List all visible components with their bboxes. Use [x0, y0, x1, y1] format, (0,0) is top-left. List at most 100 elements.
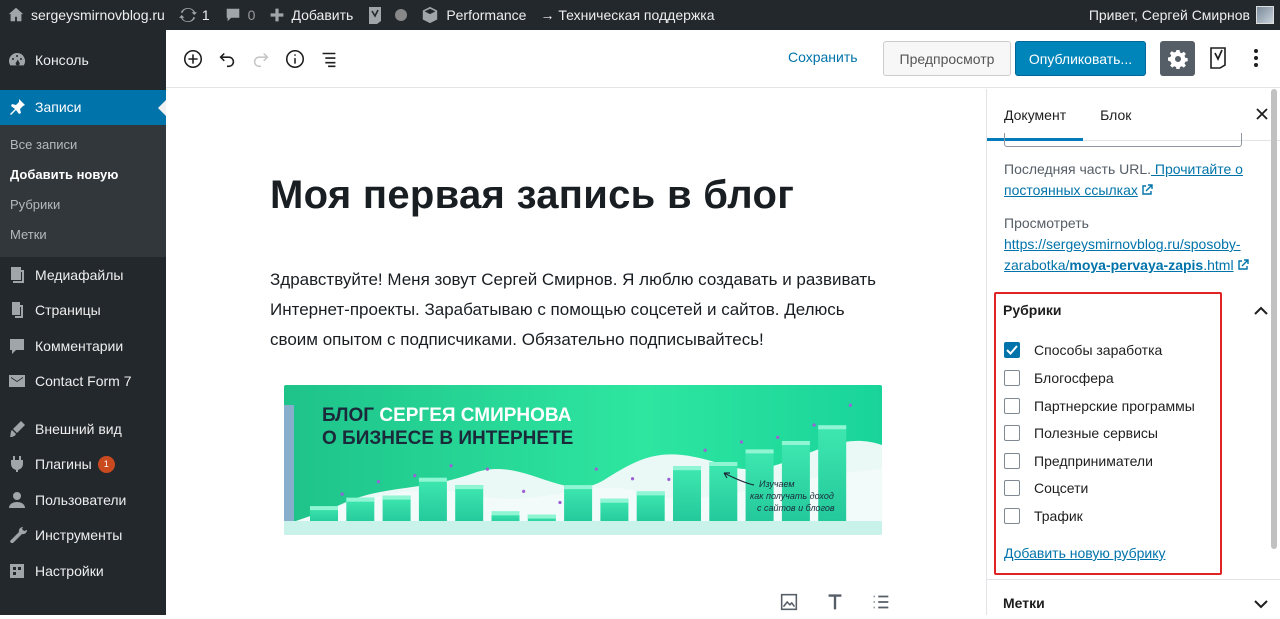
yoast-seo-button[interactable] — [1206, 45, 1232, 71]
submenu-all-posts[interactable]: Все записи — [0, 130, 166, 160]
updates-link[interactable]: 1 — [172, 0, 217, 30]
menu-item-console[interactable]: Консоль — [0, 42, 166, 78]
block-navigation-button[interactable] — [312, 42, 346, 76]
url-slug-input[interactable] — [1004, 133, 1242, 147]
add-heading-button[interactable] — [818, 585, 852, 619]
menu-item-appearance[interactable]: Внешний вид — [0, 411, 166, 447]
menu-item-comments[interactable]: Комментарии — [0, 328, 166, 364]
banner-dot — [449, 464, 453, 468]
close-icon — [1256, 108, 1268, 120]
chevron-up-icon — [1254, 306, 1268, 315]
menu-item-plugins[interactable]: Плагины 1 — [0, 447, 166, 483]
category-item[interactable]: Трафик — [1004, 508, 1083, 524]
pages-icon — [12, 302, 23, 319]
external-link-icon — [1237, 259, 1249, 270]
view-post-link-wrap: https://sergeysmirnovblog.ru/sposoby-zar… — [1004, 234, 1254, 276]
post-title[interactable]: Моя первая запись в блог — [270, 173, 794, 218]
checkbox[interactable] — [1004, 398, 1020, 414]
text-icon — [828, 594, 842, 610]
site-name-link[interactable]: sergeysmirnovblog.ru — [0, 0, 172, 30]
banner-note3: с сайтов и блогов — [757, 503, 835, 513]
banner-bar-top — [491, 511, 520, 516]
admin-sidebar: Консоль Записи Все записи Добавить новую… — [0, 30, 166, 615]
category-item[interactable]: Соцсети — [1004, 480, 1088, 496]
banner-bar — [709, 462, 738, 525]
banner-bar — [418, 477, 447, 525]
banner-dot — [703, 448, 707, 452]
content-info-button[interactable] — [278, 42, 312, 76]
banner-bar-top — [745, 449, 774, 454]
media-icon — [11, 266, 24, 283]
preview-button[interactable]: Предпросмотр — [883, 41, 1011, 76]
checkbox[interactable] — [1004, 425, 1020, 441]
panel-scrollbar[interactable] — [1271, 89, 1277, 549]
banner-dot — [340, 492, 344, 496]
menu-item-settings[interactable]: Настройки — [0, 553, 166, 589]
collapse-categories-button[interactable] — [1254, 303, 1268, 319]
banner-bar — [455, 485, 484, 525]
undo-button[interactable] — [210, 42, 244, 76]
checkbox-checked[interactable] — [1004, 342, 1020, 358]
add-new-link[interactable]: Добавить — [262, 0, 360, 30]
submenu-add-new[interactable]: Добавить новую — [0, 160, 166, 190]
image-block[interactable]: БЛОГ СЕРГЕЯ СМИРНОВА О БИЗНЕСЕ В ИНТЕРНЕ… — [284, 385, 882, 535]
yoast-menu[interactable] — [360, 0, 414, 30]
view-post-label: Просмотреть — [1004, 215, 1089, 231]
yoast-icon — [1210, 47, 1226, 69]
banner-bar-top — [346, 497, 375, 502]
more-options-button[interactable] — [1246, 45, 1266, 71]
submenu-categories[interactable]: Рубрики — [0, 190, 166, 220]
menu-item-tools[interactable]: Инструменты — [0, 518, 166, 554]
banner-bar-top — [527, 514, 556, 519]
category-item[interactable]: Партнерские программы — [1004, 398, 1195, 414]
category-item[interactable]: Блогосфера — [1004, 370, 1114, 386]
banner-bar-top — [455, 485, 484, 490]
categories-panel-title[interactable]: Рубрики — [1003, 302, 1062, 318]
block-toolbar-hints — [772, 585, 898, 619]
category-item[interactable]: Полезные сервисы — [1004, 425, 1158, 441]
paragraph-block[interactable]: Здравствуйте! Меня зовут Сергей Смирнов.… — [270, 265, 890, 355]
banner-note2: как получать доход — [750, 491, 834, 501]
view-post-link[interactable]: https://sergeysmirnovblog.ru/sposoby-zar… — [1004, 236, 1241, 273]
banner-dot — [522, 489, 526, 493]
banner-bar — [673, 466, 701, 525]
pin-icon — [10, 99, 25, 116]
url-hint: Последняя часть URL. Прочитайте о постоя… — [1004, 161, 1243, 198]
mail-icon — [9, 375, 25, 388]
gear-icon — [1167, 49, 1188, 69]
performance-link[interactable]: Performance — [414, 0, 533, 30]
settings-toggle-button[interactable] — [1160, 41, 1195, 76]
checkbox[interactable] — [1004, 508, 1020, 524]
comments-link[interactable]: 0 — [217, 0, 263, 30]
add-image-button[interactable] — [772, 585, 806, 619]
close-settings-button[interactable] — [1256, 103, 1268, 126]
plugins-update-badge: 1 — [97, 455, 115, 473]
account-menu[interactable]: Привет, Сергей Смирнов — [1082, 0, 1280, 30]
add-list-button[interactable] — [864, 585, 898, 619]
category-item[interactable]: Способы заработка — [1004, 342, 1162, 358]
expand-tags-button[interactable] — [1254, 596, 1268, 612]
tags-panel-title[interactable]: Метки — [1003, 595, 1045, 611]
checkbox[interactable] — [1004, 370, 1020, 386]
checkbox[interactable] — [1004, 480, 1020, 496]
redo-button[interactable] — [244, 42, 278, 76]
menu-item-contact-form[interactable]: Contact Form 7 — [0, 364, 166, 400]
banner-bar-top — [382, 495, 411, 500]
menu-item-users[interactable]: Пользователи — [0, 482, 166, 518]
menu-item-pages[interactable]: Страницы — [0, 293, 166, 329]
checkbox[interactable] — [1004, 453, 1020, 469]
support-link[interactable]: → Техническая поддержка — [533, 0, 721, 30]
publish-button[interactable]: Опубликовать... — [1015, 41, 1146, 76]
menu-item-media[interactable]: Медиафайлы — [0, 257, 166, 293]
banner-dot — [848, 403, 852, 407]
add-block-button[interactable] — [176, 42, 210, 76]
chevron-down-icon — [1254, 600, 1268, 609]
settings-icon — [10, 563, 24, 578]
banner-bar-top — [673, 466, 701, 471]
add-category-link[interactable]: Добавить новую рубрику — [1004, 545, 1166, 561]
category-item[interactable]: Предприниматели — [1004, 453, 1153, 469]
menu-item-posts[interactable]: Записи — [0, 89, 166, 125]
save-draft-link[interactable]: Сохранить — [788, 49, 858, 65]
plus-circle-icon — [183, 49, 203, 68]
submenu-tags[interactable]: Метки — [0, 220, 166, 250]
